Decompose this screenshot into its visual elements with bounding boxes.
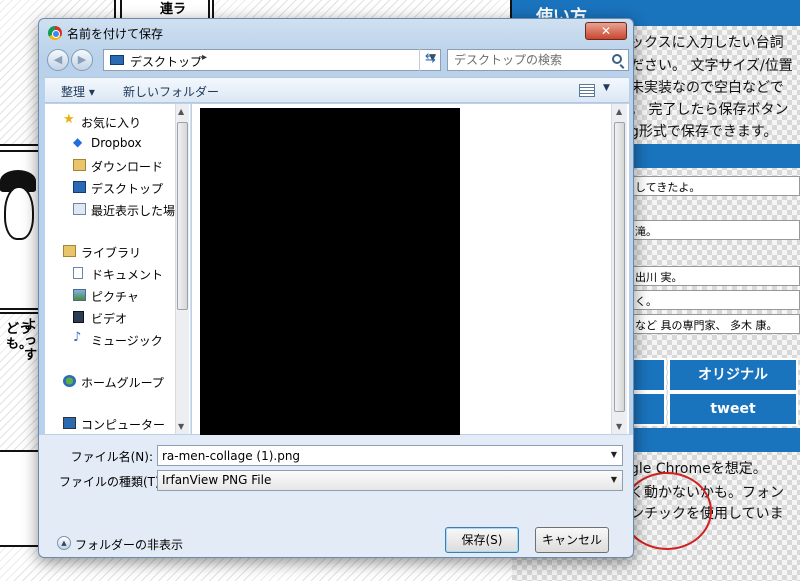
nav-label: ミュージック xyxy=(91,334,163,348)
forward-button[interactable]: ▶ xyxy=(71,49,93,71)
breadcrumb-chevron-icon[interactable]: ▸ xyxy=(202,52,207,63)
close-button[interactable]: ✕ xyxy=(585,22,627,40)
instruction-line: ださい。 文字サイズ/位置 xyxy=(630,58,793,74)
caption-input[interactable]: してきたよ。 xyxy=(630,176,800,196)
caption-input[interactable]: く。 xyxy=(630,290,800,310)
address-row: ◀ ▶ デスクトップ ▸ ▼ ⇆ xyxy=(45,47,629,73)
nav-downloads[interactable]: ダウンロード xyxy=(45,156,175,176)
filetype-label: ファイルの種類(T): xyxy=(59,475,164,489)
nav-scrollbar[interactable]: ▲ ▼ xyxy=(175,104,189,434)
nav-label: ドキュメント xyxy=(91,268,164,282)
file-scrollbar[interactable]: ▲ ▼ xyxy=(611,104,627,434)
scroll-up-icon[interactable]: ▲ xyxy=(178,107,184,116)
manga-face xyxy=(4,186,34,240)
nav-label: ライブラリ xyxy=(81,246,142,260)
chrome-icon xyxy=(48,26,62,40)
downloads-folder-icon xyxy=(73,159,86,171)
nav-videos[interactable]: ビデオ xyxy=(45,308,175,328)
hide-folders-label[interactable]: フォルダーの非表示 xyxy=(75,536,183,553)
nav-label: コンピューター xyxy=(81,418,166,432)
nav-label: ピクチャ xyxy=(91,290,139,304)
save-button[interactable]: 保存(S) xyxy=(445,527,519,553)
filetype-dropdown-icon[interactable]: ▼ xyxy=(611,475,617,484)
computer-icon xyxy=(63,417,76,429)
filetype-value[interactable]: IrfanView PNG File xyxy=(162,473,271,487)
dialog-titlebar[interactable]: 名前を付けて保存 ✕ xyxy=(39,19,633,47)
original-button[interactable]: オリジナル xyxy=(668,358,798,392)
filename-dropdown-icon[interactable]: ▼ xyxy=(611,450,617,459)
search-icon[interactable] xyxy=(612,54,622,64)
dialog-footer: ファイル名(N): ▼ ファイルの種類(T): IrfanView PNG Fi… xyxy=(39,435,633,557)
documents-icon xyxy=(73,267,83,279)
nav-recent[interactable]: 最近表示した場所 xyxy=(45,200,187,220)
libraries-icon xyxy=(63,245,76,257)
nav-pictures[interactable]: ピクチャ xyxy=(45,286,175,306)
save-as-dialog: 名前を付けて保存 ✕ ◀ ▶ デスクトップ ▸ ▼ ⇆ 整理 ▾ 新しいフォルダ… xyxy=(38,18,634,558)
command-toolbar: 整理 ▾ 新しいフォルダー ▼ xyxy=(45,77,629,103)
nav-label: Dropbox xyxy=(91,136,142,150)
desktop-icon xyxy=(73,181,86,193)
view-options-icon[interactable] xyxy=(579,84,595,97)
search-input[interactable] xyxy=(454,52,604,68)
nav-desktop[interactable]: デスクトップ xyxy=(45,178,175,198)
address-location[interactable]: デスクトップ xyxy=(130,53,202,70)
filename-field[interactable]: ▼ xyxy=(157,445,623,466)
nav-homegroup[interactable]: ホームグループ xyxy=(45,372,175,392)
homegroup-icon xyxy=(63,375,76,387)
filename-label: ファイル名(N): xyxy=(70,450,153,464)
back-button[interactable]: ◀ xyxy=(47,49,69,71)
pictures-icon xyxy=(73,289,86,301)
nav-scroll-thumb[interactable] xyxy=(177,122,188,310)
nav-label: ホームグループ xyxy=(81,376,164,390)
recent-places-icon xyxy=(73,203,86,215)
videos-icon xyxy=(73,311,84,323)
nav-label: ビデオ xyxy=(91,312,128,326)
instruction-line: ックスに入力したい台詞 xyxy=(630,35,784,51)
nav-music[interactable]: ♪ ミュージック xyxy=(45,330,175,350)
nav-label: デスクトップ xyxy=(91,182,164,196)
nav-dropbox[interactable]: ◆ Dropbox xyxy=(45,134,175,154)
navigation-pane: ★ お気に入り ◆ Dropbox ダウンロード デスクトップ 最近表示した場所… xyxy=(45,104,191,434)
caption-input[interactable]: 出川 実。 xyxy=(630,266,800,286)
nav-favorites[interactable]: ★ お気に入り xyxy=(45,112,175,132)
scroll-up-icon[interactable]: ▲ xyxy=(616,107,622,116)
nav-libraries[interactable]: ライブラリ xyxy=(45,242,175,262)
refresh-button[interactable]: ⇆ xyxy=(419,49,441,71)
filename-input[interactable] xyxy=(162,448,602,463)
chevron-up-icon[interactable]: ▲ xyxy=(57,536,71,550)
file-list-pane: ▲ ▼ xyxy=(192,104,629,438)
nav-label: 最近表示した場所 xyxy=(91,204,188,218)
nav-label: ダウンロード xyxy=(91,160,164,174)
file-scroll-thumb[interactable] xyxy=(614,122,625,412)
file-preview xyxy=(200,108,460,438)
cancel-button[interactable]: キャンセル xyxy=(535,527,609,553)
filetype-select[interactable]: IrfanView PNG File ▼ xyxy=(157,470,623,491)
desktop-folder-icon xyxy=(110,55,124,65)
search-box[interactable] xyxy=(447,49,629,71)
highlight-circle xyxy=(622,472,712,550)
dropbox-icon: ◆ xyxy=(73,135,83,149)
nav-computer[interactable]: コンピューター xyxy=(45,414,175,434)
music-icon: ♪ xyxy=(73,330,82,345)
tweet-button[interactable]: tweet xyxy=(668,392,798,426)
instruction-line: 未実装なので空白などで xyxy=(630,80,784,96)
instruction-line: 。 完了したら保存ボタン xyxy=(630,102,789,118)
address-bar[interactable]: デスクトップ ▸ ▼ xyxy=(103,49,441,71)
organize-menu[interactable]: 整理 ▾ xyxy=(61,83,95,100)
manga-text: 連ラ xyxy=(160,2,187,17)
nav-label: お気に入り xyxy=(81,116,142,130)
caption-input[interactable]: 滝。 xyxy=(630,220,800,240)
star-icon: ★ xyxy=(63,112,75,127)
instruction-line: g形式で保存できます。 xyxy=(630,124,778,140)
caption-input[interactable]: など 具の専門家、 多木 康。 xyxy=(630,314,800,334)
view-dropdown-icon[interactable]: ▼ xyxy=(603,83,610,93)
new-folder-button[interactable]: 新しいフォルダー xyxy=(123,83,219,100)
scroll-down-icon[interactable]: ▼ xyxy=(616,422,622,431)
manga-text: どう も。 xyxy=(6,322,33,352)
scroll-down-icon[interactable]: ▼ xyxy=(178,422,184,431)
nav-documents[interactable]: ドキュメント xyxy=(45,264,175,284)
dialog-title: 名前を付けて保存 xyxy=(67,27,164,41)
